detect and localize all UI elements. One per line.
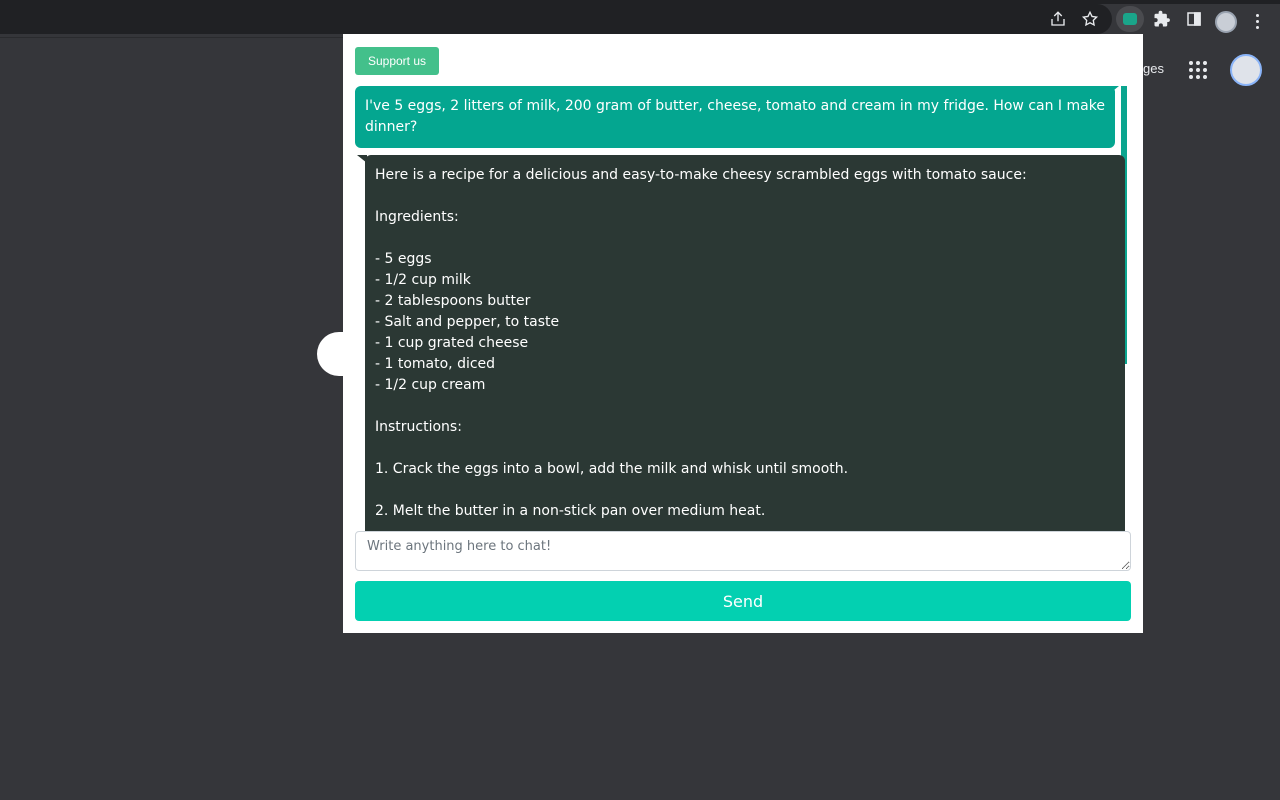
apps-grid-icon[interactable] <box>1189 61 1207 79</box>
send-button[interactable]: Send <box>355 581 1131 621</box>
side-panel-icon[interactable] <box>1182 7 1206 31</box>
bookmark-star-icon[interactable] <box>1078 7 1102 31</box>
puzzle-extensions-icon[interactable] <box>1150 7 1174 31</box>
chat-history[interactable]: I've 5 eggs, 2 litters of milk, 200 gram… <box>355 86 1131 531</box>
assistant-message: Here is a recipe for a delicious and eas… <box>357 155 1125 531</box>
images-link[interactable]: ges <box>1143 61 1164 76</box>
support-us-button[interactable]: Support us <box>355 47 439 75</box>
page-divider <box>0 37 343 38</box>
chat-input[interactable] <box>355 531 1131 571</box>
user-message: I've 5 eggs, 2 litters of milk, 200 gram… <box>355 86 1119 148</box>
share-icon[interactable] <box>1046 7 1070 31</box>
more-menu-icon[interactable] <box>1256 14 1260 32</box>
chat-popup: Support us I've 5 eggs, 2 litters of mil… <box>343 34 1143 633</box>
account-avatar[interactable] <box>1230 54 1262 86</box>
chatbot-logo-icon <box>1123 13 1137 25</box>
profile-avatar[interactable] <box>1215 11 1237 33</box>
address-bar[interactable] <box>0 4 1112 34</box>
browser-toolbar <box>0 4 1280 34</box>
